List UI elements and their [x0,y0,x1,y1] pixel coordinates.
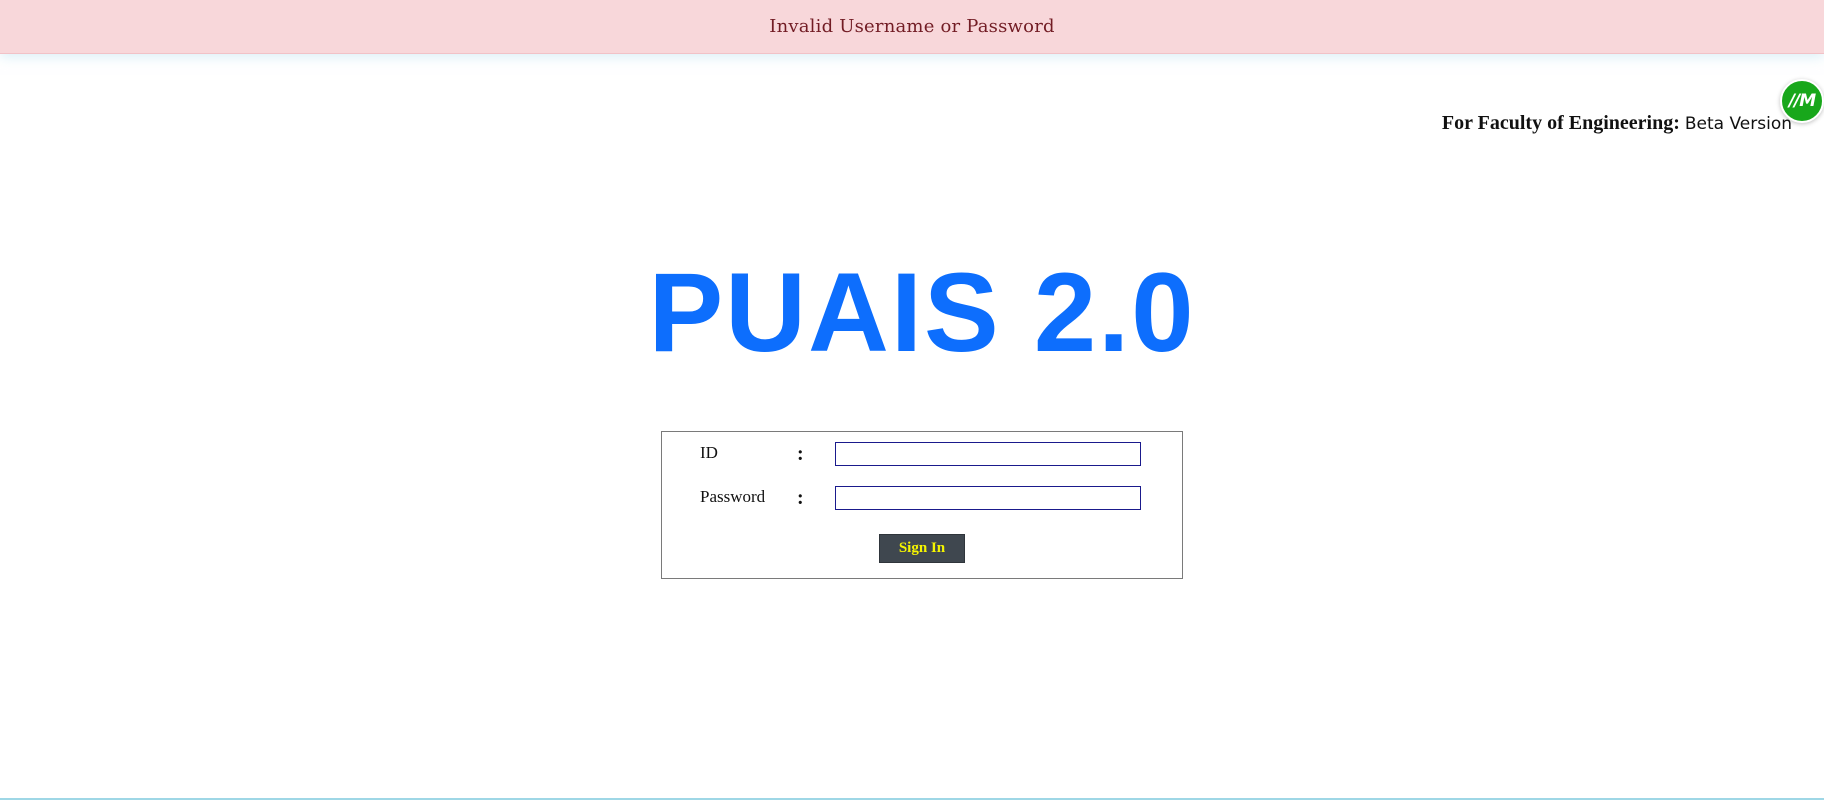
password-colon: : [797,487,804,509]
id-label: ID [700,443,718,462]
login-page: Invalid Username or Password //M For Fac… [0,0,1824,808]
bottom-divider [0,798,1824,800]
error-alert-bar: Invalid Username or Password [0,0,1824,54]
sign-in-button[interactable]: Sign In [879,534,965,563]
password-label: Password [700,487,766,506]
app-title: PUAIS 2.0 [648,250,1196,375]
id-input[interactable] [835,442,1141,466]
error-alert-message: Invalid Username or Password [769,16,1055,37]
login-form: ID : Password : Sign In [661,431,1183,579]
faculty-info: For Faculty of Engineering: Beta Version [1442,112,1792,135]
password-input[interactable] [835,486,1141,510]
version-label: Beta Version [1684,114,1792,134]
id-colon: : [797,443,804,465]
faculty-label: For Faculty of Engineering: [1441,112,1680,134]
